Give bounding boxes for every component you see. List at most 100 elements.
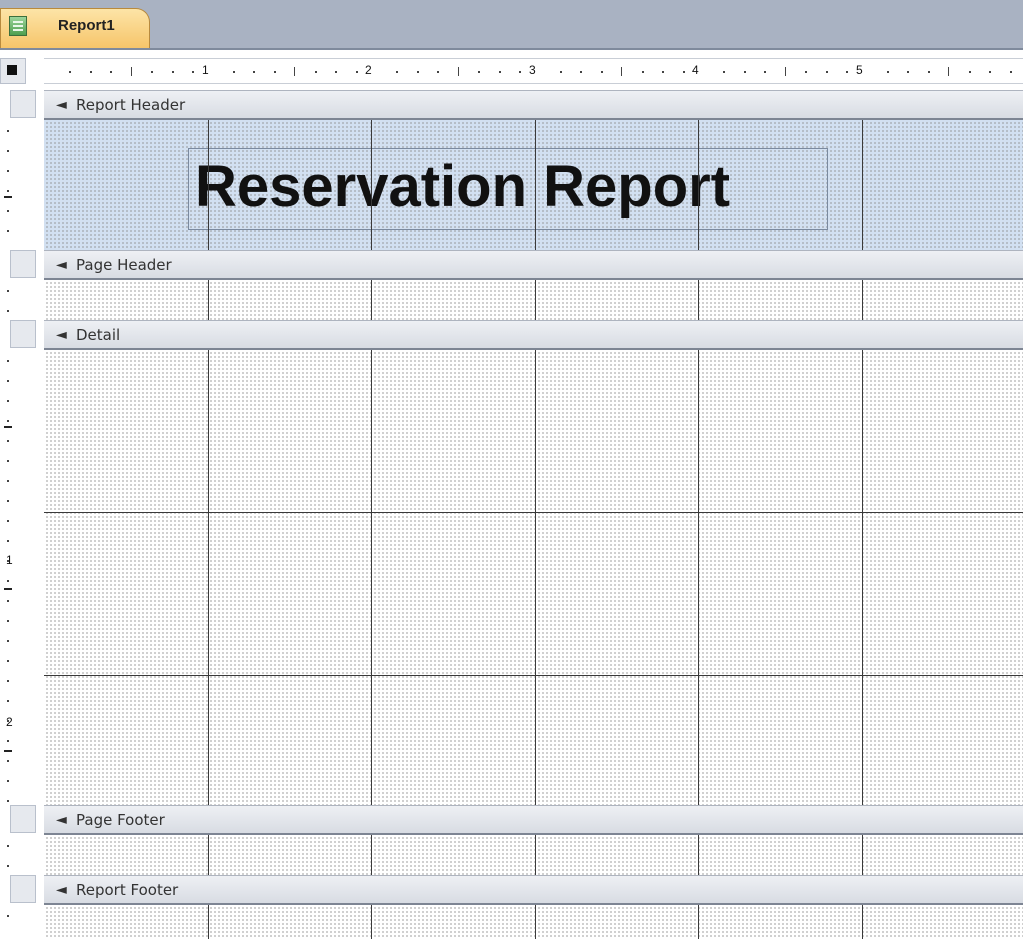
ruler-dot — [519, 71, 521, 73]
ruler-tick — [131, 67, 132, 76]
page-header-bar[interactable]: ◄ Page Header — [44, 250, 1023, 280]
report-selector[interactable] — [0, 58, 26, 84]
ruler-dot — [1010, 71, 1012, 73]
document-tab-bar: Report1 — [0, 0, 1023, 50]
ruler-dot — [887, 71, 889, 73]
page-footer-bar[interactable]: ◄ Page Footer — [44, 805, 1023, 835]
ruler-dot — [7, 865, 9, 867]
grid-line — [535, 120, 536, 250]
report-footer-selector[interactable] — [10, 875, 36, 903]
ruler-dot — [396, 71, 398, 73]
ruler-dot — [7, 680, 9, 682]
ruler-dot — [969, 71, 971, 73]
ruler-mark-2: 2 — [365, 63, 372, 77]
ruler-dot — [172, 71, 174, 73]
ruler-mark-5: 5 — [856, 63, 863, 77]
ruler-dot — [192, 71, 194, 73]
report-header-section[interactable]: Reservation Report — [44, 120, 1023, 250]
detail-selector[interactable] — [10, 320, 36, 348]
ruler-dot — [7, 420, 9, 422]
report-title-label[interactable]: Reservation Report — [188, 148, 828, 230]
grid-line — [371, 905, 372, 939]
ruler-dot — [7, 190, 9, 192]
grid-line — [698, 905, 699, 939]
ruler-dot — [805, 71, 807, 73]
grid-line — [208, 120, 209, 250]
ruler-dot — [662, 71, 664, 73]
report-footer-bar[interactable]: ◄ Report Footer — [44, 875, 1023, 905]
horizontal-ruler[interactable]: 1 2 3 4 5 — [44, 58, 1023, 84]
detail-bar[interactable]: ◄ Detail — [44, 320, 1023, 350]
page-header-section[interactable] — [44, 280, 1023, 320]
ruler-dot — [7, 230, 9, 232]
report-footer-section[interactable] — [44, 905, 1023, 939]
ruler-dot — [7, 560, 9, 562]
ruler-mark-3: 3 — [529, 63, 536, 77]
detail-section[interactable] — [44, 350, 1023, 805]
ruler-dot — [723, 71, 725, 73]
ruler-dot — [499, 71, 501, 73]
ruler-dot — [7, 640, 9, 642]
ruler-dot — [7, 290, 9, 292]
grid-line — [862, 120, 863, 250]
ruler-dot — [356, 71, 358, 73]
ruler-dot — [7, 540, 9, 542]
grid-line — [698, 835, 699, 875]
ruler-dot — [7, 620, 9, 622]
ruler-dot — [69, 71, 71, 73]
ruler-dot — [928, 71, 930, 73]
ruler-dot — [907, 71, 909, 73]
ruler-dot — [642, 71, 644, 73]
grid-line — [208, 905, 209, 939]
grid-line — [698, 350, 699, 805]
report-header-selector[interactable] — [10, 90, 36, 118]
ruler-dot — [7, 740, 9, 742]
ruler-dot — [437, 71, 439, 73]
grid-line — [698, 120, 699, 250]
ruler-dot — [580, 71, 582, 73]
grid-line — [44, 675, 1023, 676]
ruler-dot — [7, 380, 9, 382]
ruler-tick — [458, 67, 459, 76]
ruler-dot — [90, 71, 92, 73]
section-collapse-icon: ◄ — [56, 882, 67, 898]
grid-line — [862, 350, 863, 805]
ruler-tick — [621, 67, 622, 76]
ruler-dot — [7, 800, 9, 802]
ruler-dot — [7, 660, 9, 662]
page-header-selector[interactable] — [10, 250, 36, 278]
grid-line — [371, 280, 372, 320]
ruler-dot — [744, 71, 746, 73]
ruler-dot — [7, 360, 9, 362]
ruler-mark-v2: 2 — [6, 715, 13, 729]
grid-line — [371, 350, 372, 805]
report1-tab[interactable]: Report1 — [0, 8, 150, 48]
ruler-dot — [335, 71, 337, 73]
ruler-dot — [253, 71, 255, 73]
ruler-dot — [478, 71, 480, 73]
ruler-dot — [7, 700, 9, 702]
ruler-dot — [110, 71, 112, 73]
section-collapse-icon: ◄ — [56, 812, 67, 828]
ruler-dot — [826, 71, 828, 73]
report-header-bar[interactable]: ◄ Report Header — [44, 90, 1023, 120]
page-footer-section[interactable] — [44, 835, 1023, 875]
ruler-dot — [7, 310, 9, 312]
ruler-tick — [948, 67, 949, 76]
detail-label: Detail — [76, 326, 121, 344]
grid-line — [862, 835, 863, 875]
page-header-label: Page Header — [76, 256, 172, 274]
ruler-tick — [4, 426, 12, 428]
ruler-dot — [7, 460, 9, 462]
ruler-dot — [846, 71, 848, 73]
ruler-mark-1: 1 — [202, 63, 209, 77]
page-footer-selector[interactable] — [10, 805, 36, 833]
page-footer-label: Page Footer — [76, 811, 165, 829]
ruler-tick — [785, 67, 786, 76]
ruler-dot — [7, 150, 9, 152]
ruler-dot — [7, 210, 9, 212]
ruler-dot — [7, 760, 9, 762]
ruler-dot — [7, 600, 9, 602]
ruler-dot — [151, 71, 153, 73]
ruler-dot — [7, 170, 9, 172]
